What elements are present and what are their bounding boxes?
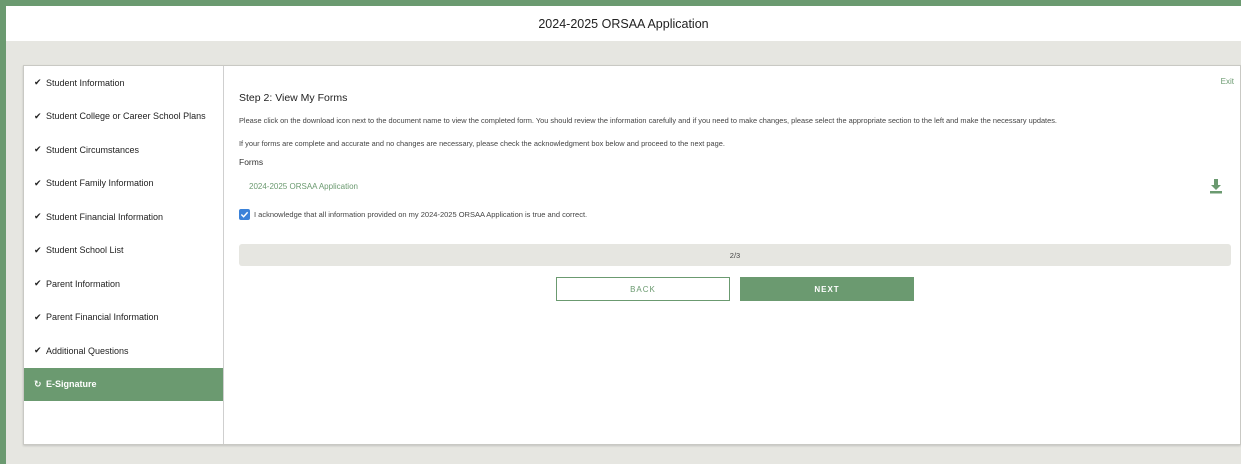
sidebar-item-additional-questions[interactable]: ✔ Additional Questions xyxy=(24,334,223,368)
check-icon: ✔ xyxy=(34,211,42,222)
sidebar-item-label: E-Signature xyxy=(46,379,97,390)
main-content: Exit Step 2: View My Forms Please click … xyxy=(225,66,1240,444)
check-icon: ✔ xyxy=(34,345,42,356)
check-icon: ✔ xyxy=(34,311,42,322)
acknowledgment-label: I acknowledge that all information provi… xyxy=(254,210,588,219)
sidebar-item-e-signature[interactable]: ↻ E-Signature xyxy=(24,367,223,401)
sidebar-item-label: Parent Information xyxy=(46,278,121,289)
sidebar-item-college-plans[interactable]: ✔ Student College or Career School Plans xyxy=(24,100,223,134)
sidebar-item-label: Student Information xyxy=(46,77,125,88)
application-card: ✔ Student Information ✔ Student College … xyxy=(23,65,1241,445)
acknowledgment-row: I acknowledge that all information provi… xyxy=(239,209,587,220)
check-icon: ✔ xyxy=(34,110,42,121)
sidebar-item-student-circumstances[interactable]: ✔ Student Circumstances xyxy=(24,133,223,167)
sidebar-item-student-financial[interactable]: ✔ Student Financial Information xyxy=(24,200,223,234)
sidebar-item-label: Additional Questions xyxy=(46,345,129,356)
sidebar-item-label: Student College or Career School Plans xyxy=(46,111,206,122)
sidebar-item-school-list[interactable]: ✔ Student School List xyxy=(24,234,223,268)
progress-icon: ↻ xyxy=(34,378,42,389)
sidebar-item-parent-information[interactable]: ✔ Parent Information xyxy=(24,267,223,301)
check-icon: ✔ xyxy=(34,278,42,289)
page-title: 2024-2025 ORSAA Application xyxy=(538,16,709,31)
form-document-link[interactable]: 2024-2025 ORSAA Application xyxy=(249,182,358,191)
check-icon: ✔ xyxy=(34,177,42,188)
sidebar-item-label: Student School List xyxy=(46,245,124,256)
check-icon: ✔ xyxy=(34,244,42,255)
exit-link[interactable]: Exit xyxy=(1221,77,1234,86)
progress-indicator: 2/3 xyxy=(239,244,1231,266)
sidebar-item-label: Student Circumstances xyxy=(46,144,140,155)
sidebar-item-parent-financial[interactable]: ✔ Parent Financial Information xyxy=(24,301,223,335)
check-icon: ✔ xyxy=(34,77,42,88)
next-button[interactable]: NEXT xyxy=(740,277,914,301)
acknowledgment-checkbox[interactable] xyxy=(239,209,250,220)
check-icon: ✔ xyxy=(34,144,42,155)
sidebar-nav: ✔ Student Information ✔ Student College … xyxy=(24,66,224,444)
download-icon[interactable] xyxy=(1208,178,1224,194)
sidebar-item-label: Student Family Information xyxy=(46,178,154,189)
sidebar-item-label: Parent Financial Information xyxy=(46,312,159,323)
back-button[interactable]: BACK xyxy=(556,277,730,301)
sidebar-item-student-information[interactable]: ✔ Student Information xyxy=(24,66,223,100)
forms-heading: Forms xyxy=(239,157,264,167)
progress-text: 2/3 xyxy=(729,250,741,260)
step-title: Step 2: View My Forms xyxy=(239,92,348,104)
checkmark-icon xyxy=(240,211,249,218)
sidebar-item-student-family[interactable]: ✔ Student Family Information xyxy=(24,167,223,201)
title-bar: 2024-2025 ORSAA Application xyxy=(6,6,1241,41)
sidebar-item-label: Student Financial Information xyxy=(46,211,164,222)
acknowledgment-instructions: If your forms are complete and accurate … xyxy=(239,139,725,148)
instructions-text: Please click on the download icon next t… xyxy=(239,116,1057,125)
app-frame: 2024-2025 ORSAA Application ✔ Student In… xyxy=(6,6,1241,464)
